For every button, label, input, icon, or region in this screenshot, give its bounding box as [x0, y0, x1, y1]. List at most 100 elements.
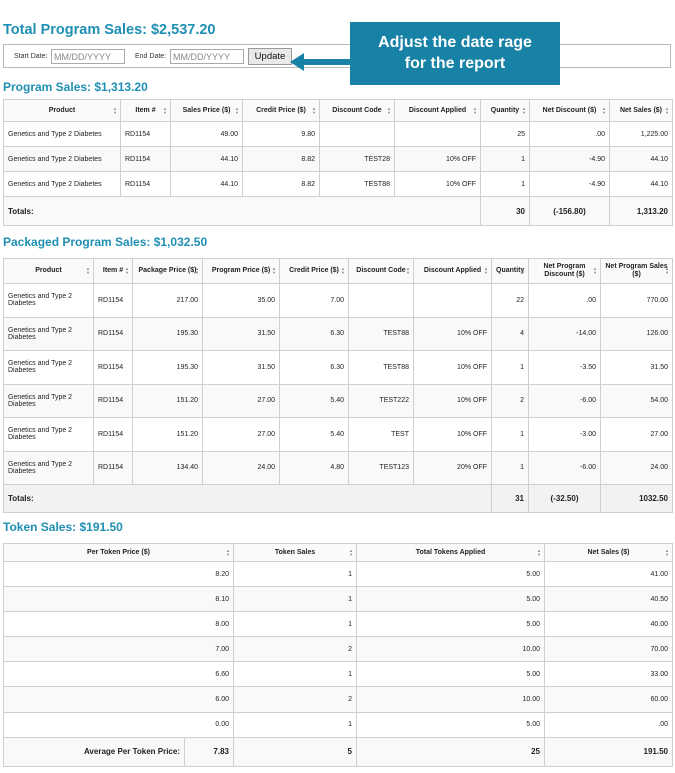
table-cell: 5.00	[356, 560, 545, 588]
column-header[interactable]: Quantity ▲ ▼	[480, 99, 530, 122]
totals-label: Totals:	[3, 196, 481, 226]
column-header-label: Package Price ($)	[138, 267, 197, 274]
table-cell: 33.00	[544, 661, 673, 688]
sort-icon[interactable]: ▲ ▼	[473, 106, 477, 115]
sort-icon[interactable]: ▲ ▼	[341, 267, 345, 275]
sort-icon[interactable]: ▲ ▼	[163, 106, 167, 115]
average-per-token-label: Average Per Token Price:	[3, 736, 185, 767]
column-header[interactable]: Net Sales ($) ▲ ▼	[544, 543, 673, 562]
sort-icon[interactable]: ▲ ▼	[602, 106, 606, 115]
sort-icon[interactable]: ▲ ▼	[312, 106, 316, 115]
table-cell: 217.00	[132, 283, 203, 318]
column-header[interactable]: Discount Code ▲ ▼	[348, 258, 414, 284]
column-header[interactable]: Discount Applied ▲ ▼	[394, 99, 481, 122]
sort-icon[interactable]: ▲ ▼	[522, 106, 526, 115]
column-header-label: Product	[48, 106, 76, 114]
table-cell: 10% OFF	[413, 350, 492, 385]
column-header[interactable]: Product ▲ ▼	[3, 258, 94, 284]
totals-net-sales: 1,313.20	[609, 196, 673, 226]
table-cell: RD1154	[120, 146, 171, 172]
sort-icon[interactable]: ▲ ▼	[195, 267, 199, 275]
table-cell: RD1154	[93, 350, 133, 385]
column-header[interactable]: Package Price ($) ▲ ▼	[132, 258, 203, 284]
table-cell: 134.40	[132, 450, 203, 485]
table-cell: 1	[233, 611, 357, 638]
sort-icon[interactable]: ▲ ▼	[521, 267, 525, 275]
table-row: Genetics and Type 2 Diabetes RD1154 217.00…	[3, 283, 673, 318]
update-button[interactable]: Update	[248, 48, 292, 65]
column-header[interactable]: Sales Price ($) ▲ ▼	[170, 99, 243, 122]
callout-arrow-icon	[290, 53, 352, 71]
column-header[interactable]: Net Sales ($) ▲ ▼	[609, 99, 673, 122]
sort-icon[interactable]: ▲ ▼	[349, 548, 353, 557]
table-cell: 10% OFF	[394, 171, 481, 197]
sort-icon[interactable]: ▲ ▼	[86, 267, 90, 275]
table-row: Genetics and Type 2 Diabetes RD1154 134.40…	[3, 450, 673, 485]
table-cell: 6.30	[279, 316, 349, 351]
sort-icon[interactable]: ▲ ▼	[272, 267, 276, 275]
sort-icon[interactable]: ▲ ▼	[665, 267, 669, 275]
column-header[interactable]: Credit Price ($) ▲ ▼	[279, 258, 349, 284]
sort-icon[interactable]: ▲ ▼	[235, 106, 239, 115]
table-cell: 8.20	[3, 560, 234, 588]
column-header[interactable]: Net Discount ($) ▲ ▼	[529, 99, 610, 122]
table-cell: Genetics and Type 2 Diabetes	[3, 283, 94, 318]
column-header[interactable]: Token Sales ▲ ▼	[233, 543, 357, 562]
column-header[interactable]: Total Tokens Applied ▲ ▼	[356, 543, 545, 562]
start-date-label: Start Date:	[14, 53, 48, 60]
column-header[interactable]: Per Token Price ($) ▲ ▼	[3, 543, 234, 562]
table-cell: 7.00	[279, 283, 349, 318]
totals-tokens-applied: 25	[356, 736, 545, 767]
start-date-input[interactable]	[51, 49, 125, 64]
sort-icon[interactable]: ▲ ▼	[484, 267, 488, 275]
sort-icon[interactable]: ▲ ▼	[113, 106, 117, 115]
column-header-label: Total Tokens Applied	[415, 548, 486, 556]
table-row: Genetics and Type 2 Diabetes RD1154 44.10 8…	[3, 146, 673, 172]
end-date-input[interactable]	[170, 49, 244, 64]
column-header[interactable]: Product ▲ ▼	[3, 99, 121, 122]
sort-icon[interactable]: ▲ ▼	[665, 106, 669, 115]
table-cell: 31.50	[202, 316, 280, 351]
table-cell: 10% OFF	[413, 417, 492, 452]
sort-icon[interactable]: ▲ ▼	[593, 267, 597, 275]
column-header[interactable]: Net Program Discount ($) ▲ ▼	[528, 258, 601, 284]
table-cell: -3.50	[528, 350, 601, 385]
sort-icon[interactable]: ▲ ▼	[406, 267, 410, 275]
table-cell: TEST	[348, 417, 414, 452]
column-header-label: Product	[35, 267, 62, 274]
column-header[interactable]: Item # ▲ ▼	[120, 99, 171, 122]
column-header-label: Net Program Sales ($)	[605, 263, 668, 278]
sort-icon[interactable]: ▲ ▼	[665, 548, 669, 557]
sort-icon[interactable]: ▲ ▼	[125, 267, 129, 275]
table-cell: 195.30	[132, 316, 203, 351]
column-header-label: Discount Code	[332, 106, 382, 114]
column-header[interactable]: Discount Applied ▲ ▼	[413, 258, 492, 284]
table-cell: 10% OFF	[413, 316, 492, 351]
column-header-label: Program Price ($)	[211, 267, 271, 274]
column-header-label: Token Sales	[274, 548, 316, 556]
column-header[interactable]: Program Price ($) ▲ ▼	[202, 258, 280, 284]
sort-icon[interactable]: ▲ ▼	[537, 548, 541, 557]
column-header[interactable]: Credit Price ($) ▲ ▼	[242, 99, 320, 122]
sort-icon[interactable]: ▲ ▼	[387, 106, 391, 115]
table-cell: RD1154	[93, 283, 133, 318]
sort-icon[interactable]: ▲ ▼	[226, 548, 230, 557]
column-header[interactable]: Item # ▲ ▼	[93, 258, 133, 284]
column-header-label: Net Sales ($)	[619, 106, 663, 114]
table-cell: 1	[491, 450, 529, 485]
table-row: Genetics and Type 2 Diabetes RD1154 151.20…	[3, 383, 673, 418]
table-cell: 1	[233, 711, 357, 738]
column-header-label: Net Sales ($)	[587, 548, 630, 556]
table-cell: 31.50	[600, 350, 673, 385]
table-cell: 10.00	[356, 636, 545, 663]
table-cell: TEST123	[348, 450, 414, 485]
table-cell: 27.00	[600, 417, 673, 452]
table-cell: TEST88	[348, 316, 414, 351]
table-cell: 24.00	[202, 450, 280, 485]
table-cell: 7.00	[3, 636, 234, 663]
table-row: Genetics and Type 2 Diabetes RD1154 44.10 8…	[3, 171, 673, 197]
column-header[interactable]: Quantity ▲ ▼	[491, 258, 529, 284]
column-header[interactable]: Net Program Sales ($) ▲ ▼	[600, 258, 673, 284]
column-header[interactable]: Discount Code ▲ ▼	[319, 99, 395, 122]
table-cell: Genetics and Type 2 Diabetes	[3, 350, 94, 385]
